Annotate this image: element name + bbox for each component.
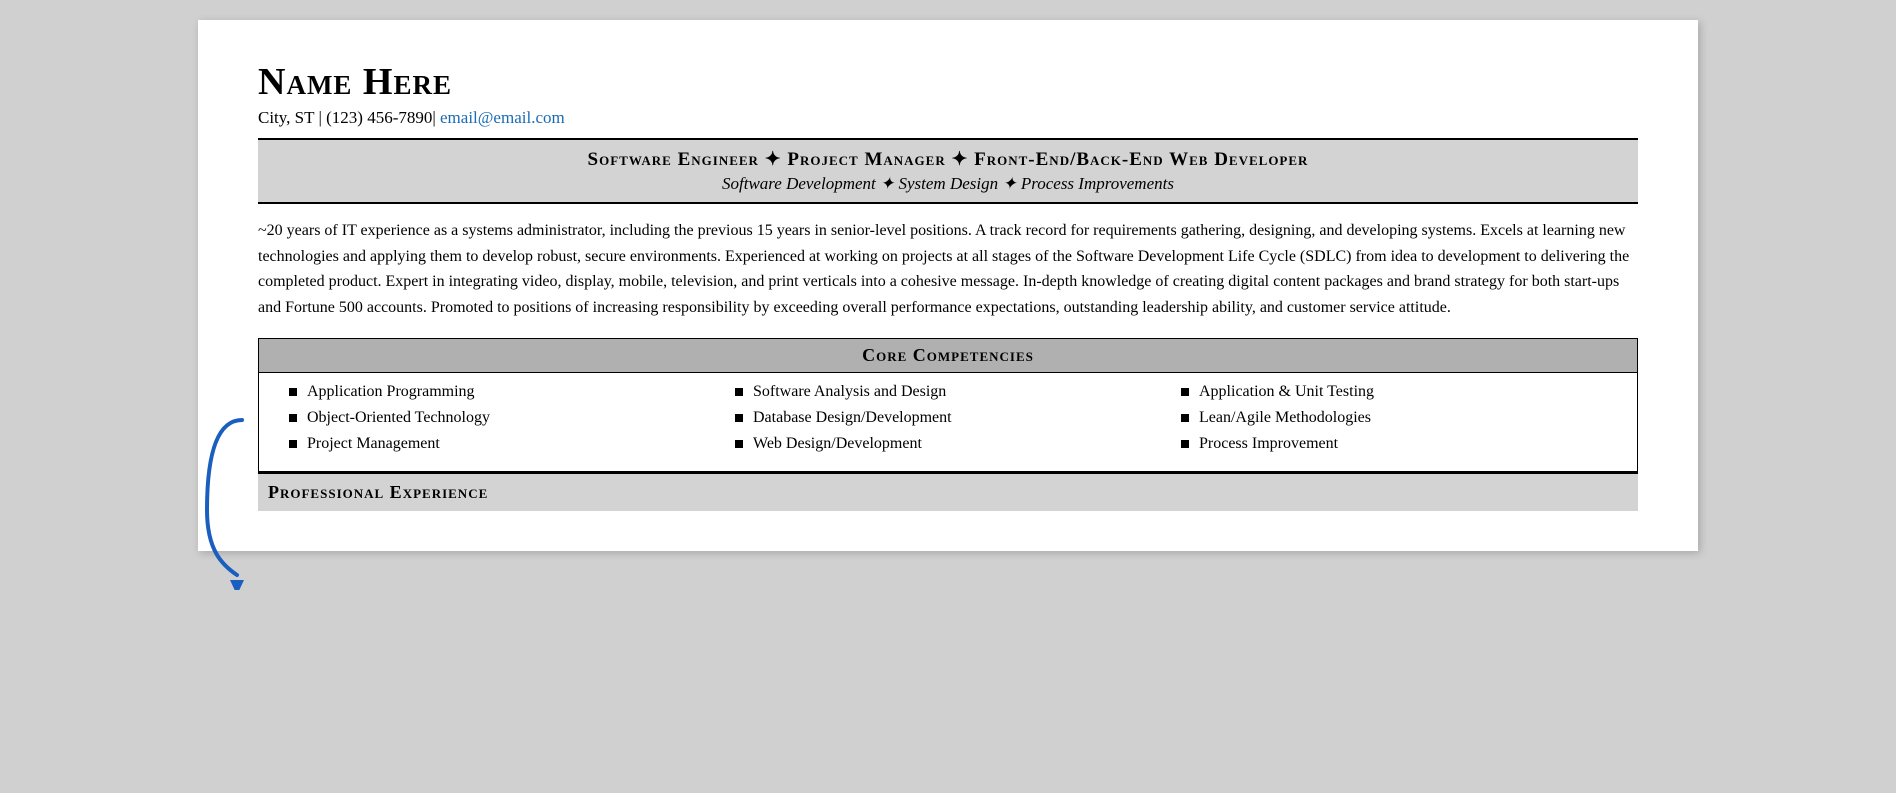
competency-item: Lean/Agile Methodologies [1199,409,1371,427]
list-item: Application & Unit Testing [1181,383,1607,401]
bullet-icon [735,414,743,422]
competency-item: Application Programming [307,383,475,401]
name-section: Name Here City, ST | (123) 456-7890| ema… [258,60,1638,128]
bullet-icon [289,414,297,422]
professional-experience-title: Professional Experience [268,482,1628,503]
list-item: Object-Oriented Technology [289,409,715,427]
title-main: Software Engineer ✦ Project Manager ✦ Fr… [268,148,1628,171]
summary-text: ~20 years of IT experience as a systems … [258,218,1638,320]
competency-item: Process Improvement [1199,435,1338,453]
competency-item: Web Design/Development [753,435,922,453]
list-item: Database Design/Development [735,409,1161,427]
competency-item: Database Design/Development [753,409,952,427]
list-item: Process Improvement [1181,435,1607,453]
competency-item: Object-Oriented Technology [307,409,490,427]
competency-item: Software Analysis and Design [753,383,946,401]
bullet-icon [289,440,297,448]
bullet-icon [1181,414,1189,422]
contact-line: City, ST | (123) 456-7890| email@email.c… [258,108,1638,128]
competency-col-3: Application & Unit Testing Lean/Agile Me… [1171,383,1617,461]
resume-name: Name Here [258,60,1638,104]
bullet-icon [289,388,297,396]
resume-container: Name Here City, ST | (123) 456-7890| ema… [198,20,1698,551]
bullet-icon [1181,388,1189,396]
competencies-grid: Application Programming Object-Oriented … [259,373,1637,471]
list-item: Web Design/Development [735,435,1161,453]
professional-experience-section: Professional Experience [258,472,1638,511]
bullet-icon [735,440,743,448]
core-competencies: Core Competencies Application Programmin… [258,338,1638,472]
bullet-icon [735,388,743,396]
list-item: Lean/Agile Methodologies [1181,409,1607,427]
core-competencies-title: Core Competencies [259,339,1637,373]
title-sub: Software Development ✦ System Design ✦ P… [268,174,1628,194]
bullet-icon [1181,440,1189,448]
list-item: Software Analysis and Design [735,383,1161,401]
title-bar: Software Engineer ✦ Project Manager ✦ Fr… [258,138,1638,204]
competency-item: Application & Unit Testing [1199,383,1374,401]
contact-text: City, ST | (123) 456-7890| [258,108,436,127]
list-item: Application Programming [289,383,715,401]
email-link[interactable]: email@email.com [440,108,565,127]
list-item: Project Management [289,435,715,453]
competency-col-2: Software Analysis and Design Database De… [725,383,1171,461]
competency-item: Project Management [307,435,440,453]
annotation-arrow [202,410,257,590]
competency-col-1: Application Programming Object-Oriented … [279,383,725,461]
